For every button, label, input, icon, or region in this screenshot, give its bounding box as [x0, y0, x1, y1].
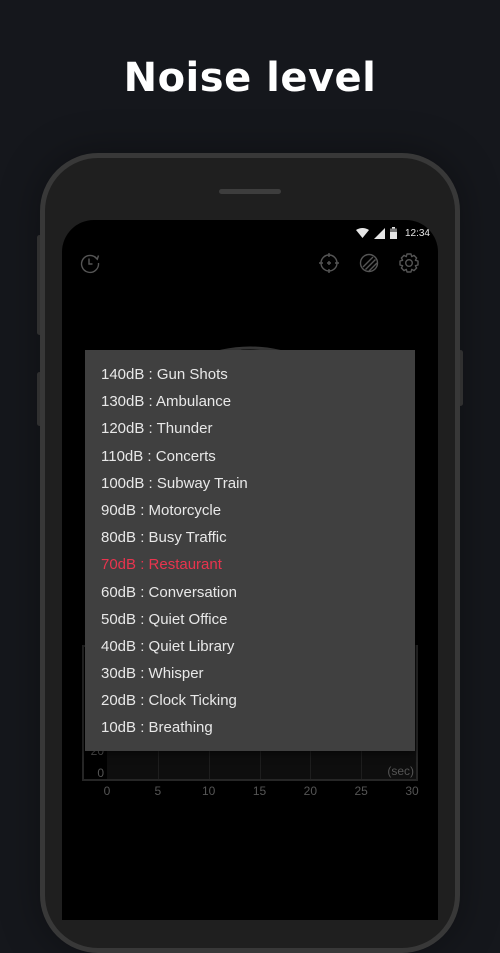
x-tick-label: 5 — [154, 784, 162, 798]
noise-reference-item[interactable]: 140dB : Gun Shots — [101, 366, 415, 393]
x-tick-label: 25 — [354, 784, 368, 798]
theme-toggle-icon[interactable] — [358, 252, 380, 274]
page-title: Noise level — [123, 55, 377, 101]
noise-reference-item[interactable]: 50dB : Quiet Office — [101, 611, 415, 638]
noise-reference-item[interactable]: 90dB : Motorcycle — [101, 502, 415, 529]
noise-reference-item[interactable]: 60dB : Conversation — [101, 584, 415, 611]
phone-speaker — [219, 189, 281, 194]
calibrate-crosshair-icon[interactable] — [318, 252, 340, 274]
noise-reference-item[interactable]: 80dB : Busy Traffic — [101, 529, 415, 556]
status-bar: 12:34 — [355, 226, 430, 240]
y-tick-label: 0 — [97, 766, 104, 780]
noise-reference-item[interactable]: 130dB : Ambulance — [101, 393, 415, 420]
x-tick-label: 20 — [303, 784, 317, 798]
noise-reference-item[interactable]: 100dB : Subway Train — [101, 475, 415, 502]
noise-reference-item[interactable]: 120dB : Thunder — [101, 420, 415, 447]
noise-reference-item[interactable]: 20dB : Clock Ticking — [101, 692, 415, 719]
x-axis-unit-label: (sec) — [387, 764, 414, 778]
noise-reference-item[interactable]: 110dB : Concerts — [101, 448, 415, 475]
status-time: 12:34 — [404, 227, 430, 239]
noise-reference-item[interactable]: 70dB : Restaurant — [101, 556, 415, 583]
cellular-signal-icon — [373, 227, 385, 239]
noise-reference-popup: 140dB : Gun Shots 130dB : Ambulance 120dB … — [85, 350, 415, 751]
x-tick-label: 0 — [103, 784, 111, 798]
settings-gear-icon[interactable] — [398, 252, 420, 274]
history-icon[interactable] — [79, 252, 101, 274]
noise-reference-list: 140dB : Gun Shots 130dB : Ambulance 120dB … — [85, 350, 415, 747]
noise-reference-item[interactable]: 10dB : Breathing — [101, 719, 415, 746]
x-tick-label: 10 — [201, 784, 216, 798]
wifi-icon — [355, 228, 369, 238]
x-tick-label: 30 — [405, 784, 419, 798]
noise-reference-item[interactable]: 30dB : Whisper — [101, 665, 415, 692]
battery-icon — [389, 227, 397, 239]
x-tick-label: 15 — [252, 784, 267, 798]
noise-reference-item[interactable]: 40dB : Quiet Library — [101, 638, 415, 665]
